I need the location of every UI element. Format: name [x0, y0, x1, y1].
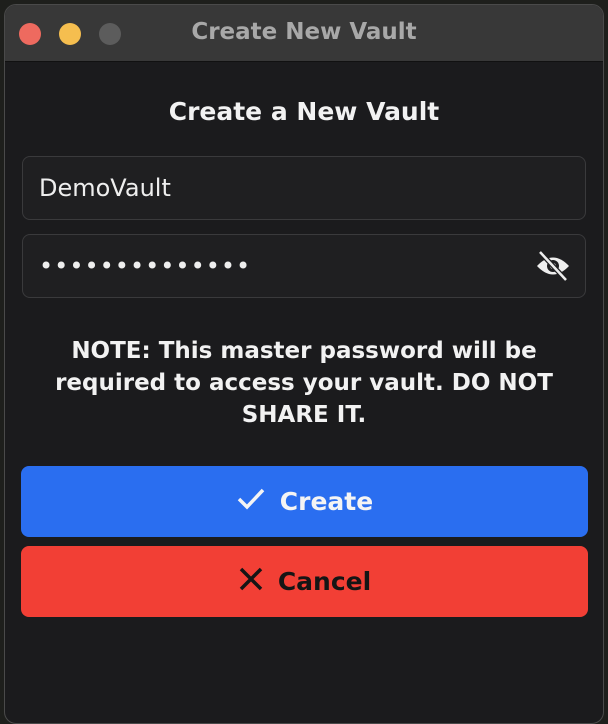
password-note: NOTE: This master password will be requi… — [55, 338, 553, 428]
vault-name-value: DemoVault — [39, 174, 171, 202]
x-icon — [238, 566, 264, 598]
vault-name-input[interactable]: DemoVault — [22, 156, 586, 220]
dialog-window: Create New Vault Create a New Vault Demo… — [4, 4, 604, 724]
dialog-heading: Create a New Vault — [168, 97, 440, 126]
eye-slash-icon[interactable] — [535, 250, 571, 287]
cancel-button[interactable]: Cancel — [21, 546, 588, 617]
password-input[interactable]: •••••••••••••• — [22, 234, 586, 298]
title-bar: Create New Vault — [5, 5, 603, 62]
checkmark-icon — [236, 487, 266, 517]
password-value: •••••••••••••• — [39, 252, 252, 280]
window-title: Create New Vault — [191, 19, 417, 45]
create-button[interactable]: Create — [21, 466, 588, 537]
cancel-label: Cancel — [277, 567, 372, 596]
create-label: Create — [279, 487, 374, 516]
